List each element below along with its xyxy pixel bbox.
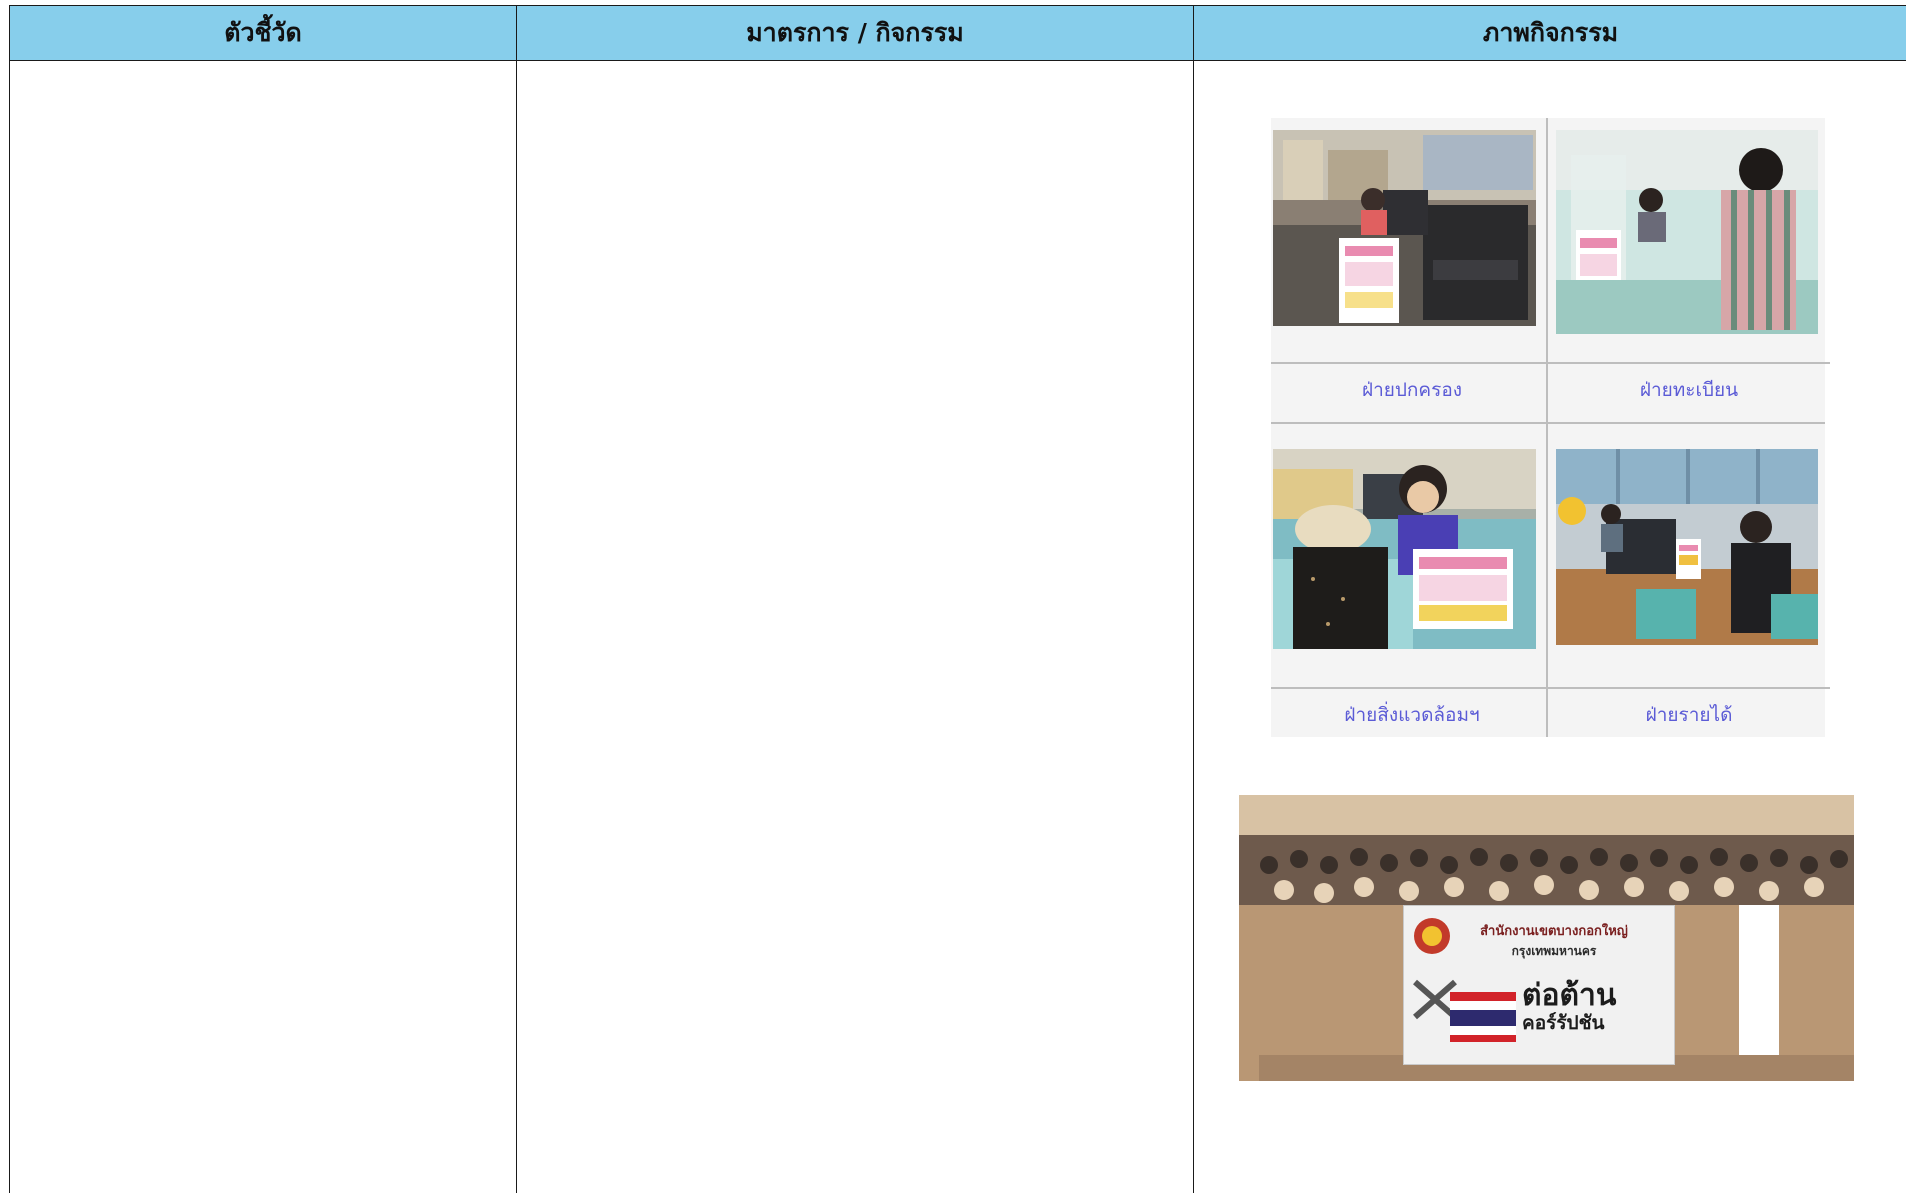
page: ตัวชี้วัด มาตรการ / กิจกรรม ภาพกิจกรรม ฝ… [0,0,1906,1193]
gallery-tile[interactable]: ฝ่ายสิ่งแวดล้อมฯ [1271,422,1553,737]
gallery-caption: ฝ่ายรายได้ [1548,687,1830,747]
gallery-tile[interactable]: ฝ่ายรายได้ [1548,422,1830,737]
header-activity-photos: ภาพกิจกรรม [1193,5,1906,61]
table-header-row: ตัวชี้วัด มาตรการ / กิจกรรม ภาพกิจกรรม [9,5,1906,61]
registration-counter-photo [1556,130,1818,334]
gallery-caption: ฝ่ายปกครอง [1271,362,1553,422]
indicator-cell [9,60,517,1193]
photo-gallery: ฝ่ายปกครอง ฝ่ายทะเบียน ฝ่ายสิ่งแวดล้อมฯ … [1271,118,1830,737]
gallery-tile[interactable]: ฝ่ายทะเบียน [1548,118,1830,422]
gallery-tile[interactable]: ฝ่ายปกครอง [1271,118,1553,422]
anti-corruption-banner: สำนักงานเขตบางกอกใหญ่ กรุงเทพมหานคร ต่อต… [1403,905,1675,1065]
header-indicator: ตัวชี้วัด [9,5,517,61]
banner-city-name: กรุงเทพมหานคร [1511,944,1597,958]
gallery-caption: ฝ่ายสิ่งแวดล้อมฯ [1271,687,1553,747]
office-counter-photo [1273,130,1536,326]
gallery-caption: ฝ่ายทะเบียน [1548,362,1830,422]
measures-cell [516,60,1194,1193]
revenue-desk-photo [1556,449,1818,645]
flag-and-crossed-arms-icon [1413,979,1516,1042]
banner-slogan-sub: คอร์รัปชัน [1522,1012,1605,1034]
banner-office-name: สำนักงานเขตบางกอกใหญ่ [1480,924,1628,939]
anti-corruption-group-photo: สำนักงานเขตบางกอกใหญ่ กรุงเทพมหานคร ต่อต… [1239,795,1854,1081]
environment-desk-photo [1273,449,1536,649]
header-measures: มาตรการ / กิจกรรม [516,5,1194,61]
